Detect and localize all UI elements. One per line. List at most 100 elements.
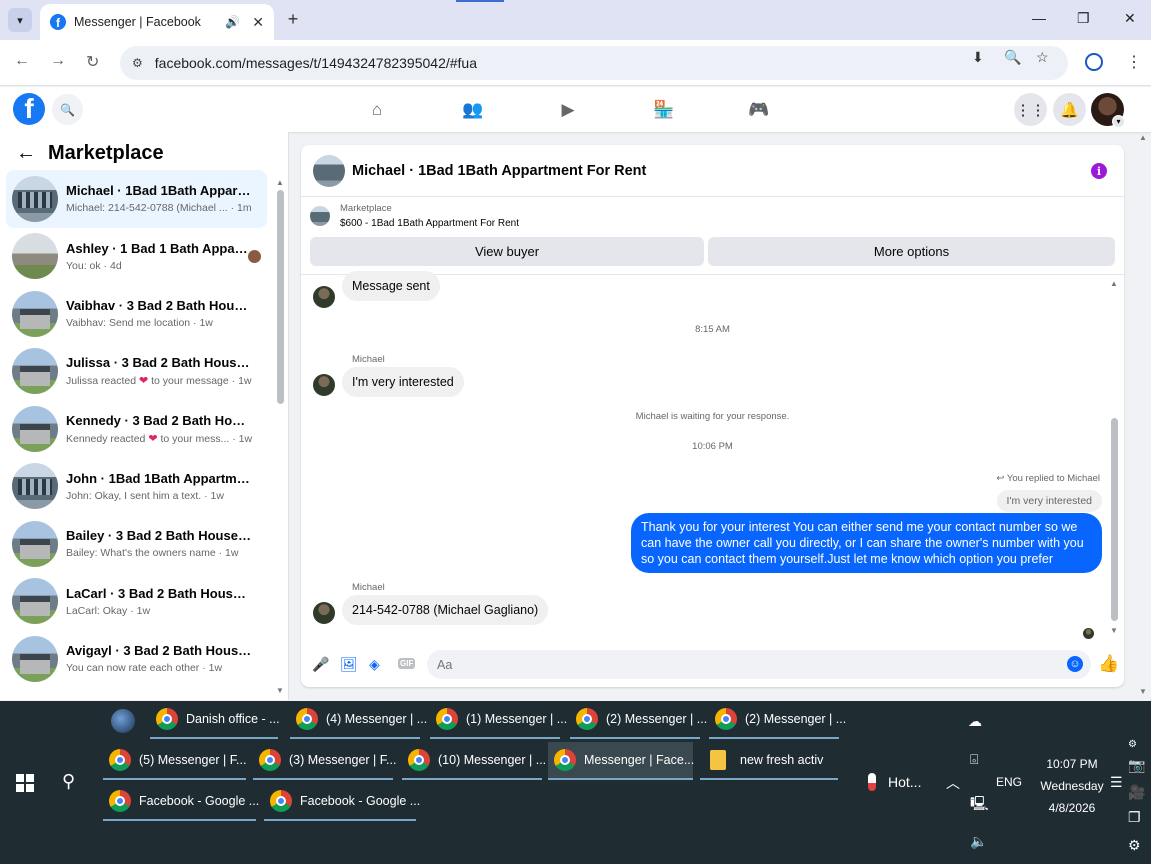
address-bar[interactable]: ⚙ facebook.com/messages/t/14943247823950… [120, 46, 1068, 80]
sidebar-scrollbar[interactable] [277, 190, 284, 404]
back-arrow-icon[interactable]: ← [16, 142, 36, 165]
conversation-item[interactable]: Bailey · 3 Bad 2 Bath House For ... Bail… [6, 515, 267, 573]
info-icon[interactable]: i [1091, 163, 1107, 179]
site-settings-icon[interactable]: ⚙ [132, 56, 143, 70]
marketplace-listing-info[interactable]: Marketplace $600 - 1Bad 1Bath Appartment… [310, 203, 519, 229]
chat-scroll-up-icon[interactable]: ▲ [1110, 279, 1118, 288]
taskbar-window[interactable]: (2) Messenger | ... [709, 701, 846, 739]
sender-avatar[interactable] [313, 374, 335, 396]
taskbar-window[interactable]: (1) Messenger | ... [430, 701, 567, 739]
bookmark-star-icon[interactable]: ☆ [1036, 49, 1049, 66]
conversation-item[interactable]: LaCarl · 3 Bad 2 Bath House For... LaCar… [6, 573, 267, 631]
taskbar-window[interactable]: Facebook - Google ... [103, 783, 259, 821]
notifications-bell-icon[interactable]: 🔔 [1053, 93, 1086, 126]
sidebar-scroll-down-icon[interactable]: ▼ [276, 686, 284, 695]
video-camera-icon[interactable]: 🎥 [1128, 784, 1145, 801]
zoom-icon[interactable]: 🔍 [1004, 49, 1021, 66]
more-options-button[interactable]: More options [708, 237, 1115, 266]
settings-small-icon[interactable]: ⚙ [1128, 739, 1137, 750]
forward-icon[interactable]: → [50, 52, 66, 70]
page-scroll-down-icon[interactable]: ▼ [1139, 687, 1147, 696]
emoji-icon[interactable]: ☺ [1067, 656, 1083, 672]
conversation-item[interactable]: Kennedy · 3 Bad 2 Bath House F... Kenned… [6, 400, 267, 458]
new-tab-button[interactable]: + [282, 8, 304, 30]
conversation-item[interactable]: Vaibhav · 3 Bad 2 Bath House F... Vaibha… [6, 285, 267, 343]
page-scroll-up-icon[interactable]: ▲ [1139, 133, 1147, 142]
taskbar-window[interactable]: (2) Messenger | ... [570, 701, 707, 739]
browser-menu-icon[interactable]: ⋮ [1126, 52, 1142, 72]
quoted-message[interactable]: I'm very interested [996, 490, 1102, 512]
conversation-item[interactable]: Michael · 1Bad 1Bath Appartme... Michael… [6, 170, 267, 228]
window-snap-icon[interactable]: ❐ [1128, 809, 1141, 826]
settings-gear-icon[interactable]: ⚙ [1128, 837, 1141, 854]
conversation-item[interactable]: Ashley · 1 Bad 1 Bath Appart... You: ok … [6, 228, 267, 286]
taskbar-window[interactable]: (3) Messenger | F... [253, 742, 396, 780]
camera-app-icon[interactable]: ⌻ [970, 751, 978, 768]
browser-tab-messenger[interactable]: f Messenger | Facebook 🔊 ✕ [40, 4, 274, 40]
minimize-icon[interactable]: — [1032, 10, 1046, 26]
conversation-item[interactable]: John · 1Bad 1Bath Appartment F... John: … [6, 458, 267, 516]
taskbar-window-active[interactable]: Messenger | Face... [548, 742, 694, 780]
chat-listing-thumbnail[interactable] [313, 154, 345, 187]
taskbar-window[interactable]: new fresh activ [700, 742, 838, 780]
chat-scroll-down-icon[interactable]: ▼ [1110, 626, 1118, 635]
conversation-name: John · 1Bad 1Bath Appartment F... [66, 470, 252, 486]
tray-chevron-up-icon[interactable]: ︿ [946, 773, 960, 793]
taskbar-window[interactable]: (4) Messenger | ... [290, 701, 427, 739]
menu-grid-icon[interactable]: ⋮⋮ [1014, 93, 1047, 126]
close-window-icon[interactable]: ✕ [1124, 10, 1136, 27]
thumbs-up-icon[interactable]: 👍 [1098, 654, 1119, 674]
taskbar-window[interactable]: Facebook - Google ... [264, 783, 420, 821]
chevron-down-icon[interactable]: ▾ [1112, 115, 1125, 128]
home-icon[interactable]: ⌂ [362, 97, 392, 123]
gaming-icon[interactable]: 🎮 [744, 97, 774, 123]
marketplace-icon[interactable]: 🏪 [649, 97, 679, 123]
message-bubble[interactable]: 214-542-0788 (Michael Gagliano) [342, 595, 549, 625]
language-indicator[interactable]: ENG [996, 775, 1022, 789]
chat-title[interactable]: Michael · 1Bad 1Bath Appartment For Rent [352, 163, 646, 179]
video-icon[interactable]: ▶ [553, 97, 583, 123]
sidebar-scroll-up-icon[interactable]: ▲ [276, 178, 284, 187]
friends-icon[interactable]: 👥 [458, 97, 488, 123]
taskbar-window[interactable]: Danish office - ... [150, 701, 280, 739]
chat-scrollbar[interactable] [1111, 418, 1118, 621]
onedrive-icon[interactable]: ☁ [968, 713, 982, 730]
install-app-icon[interactable]: ⬇ [972, 49, 984, 66]
browser-app-icon[interactable] [111, 709, 135, 733]
profile-icon[interactable] [1085, 53, 1103, 71]
photo-icon[interactable]: 🖼 [340, 656, 358, 673]
reply-bubble[interactable]: Thank you for your interest You can eith… [631, 513, 1102, 573]
gif-icon[interactable]: GIF [398, 658, 416, 669]
conversation-item[interactable]: Julissa · 3 Bad 2 Bath House For... Juli… [6, 343, 267, 401]
taskbar-window[interactable]: (10) Messenger | ... [402, 742, 546, 780]
chat-panel: Michael · 1Bad 1Bath Appartment For Rent… [301, 145, 1124, 687]
weather-widget[interactable]: Hot... [868, 773, 921, 791]
message-composer: 🎤 🖼 ◈ GIF ☺ 👍 [301, 647, 1124, 683]
close-tab-icon[interactable]: ✕ [252, 14, 264, 31]
speaker-icon[interactable]: 🔊 [225, 15, 240, 29]
volume-icon[interactable]: 🔈 [970, 833, 987, 850]
waiting-note: Michael is waiting for your response. [635, 411, 790, 422]
notification-center-icon[interactable]: ☰ [1110, 774, 1123, 791]
facebook-logo-icon[interactable]: f [13, 93, 45, 125]
conversation-item[interactable]: Avigayl · 3 Bad 2 Bath House Fo... You c… [6, 630, 267, 688]
microphone-icon[interactable]: 🎤 [312, 656, 329, 673]
system-clock[interactable]: 10:07 PM Wednesday 4/8/2026 [1032, 753, 1112, 819]
message-bubble[interactable]: I'm very interested [342, 367, 464, 397]
taskbar-search-icon[interactable]: ⚲ [62, 771, 75, 792]
maximize-icon[interactable]: ❐ [1077, 10, 1090, 27]
sticker-icon[interactable]: ◈ [369, 656, 380, 673]
taskbar-window[interactable]: (5) Messenger | F... [103, 742, 246, 780]
windows-start-icon[interactable] [16, 774, 34, 792]
search-icon[interactable]: 🔍 [52, 94, 83, 125]
screenshot-camera-icon[interactable]: 📷 [1128, 757, 1145, 774]
view-buyer-button[interactable]: View buyer [310, 237, 704, 266]
network-icon[interactable]: 🖳 [970, 793, 989, 817]
tab-search-chevron-icon[interactable]: ▾ [8, 8, 32, 32]
sender-avatar[interactable] [313, 286, 335, 308]
sender-avatar[interactable] [313, 602, 335, 624]
message-input[interactable] [427, 650, 1091, 679]
back-icon[interactable]: ← [14, 52, 30, 70]
reload-icon[interactable]: ↻ [86, 52, 99, 72]
message-bubble[interactable]: Message sent [342, 271, 440, 301]
